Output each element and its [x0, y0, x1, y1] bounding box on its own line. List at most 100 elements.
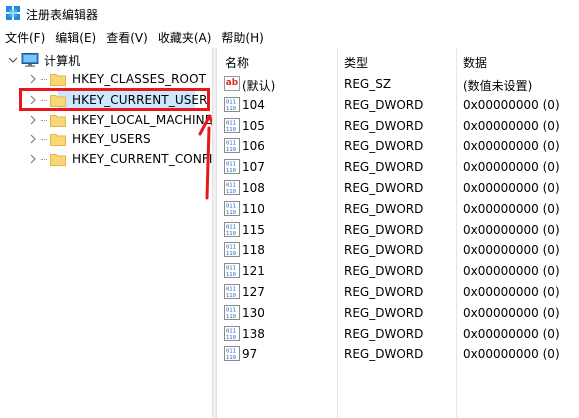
value-type-cell: REG_DWORD: [344, 326, 424, 341]
binary-value-icon: 011 110: [224, 117, 240, 133]
value-type-cell: REG_DWORD: [344, 139, 424, 154]
svg-text:110: 110: [226, 106, 236, 112]
window-title: 注册表编辑器: [26, 8, 99, 22]
menu-edit[interactable]: 编辑(E): [50, 28, 101, 48]
list-row[interactable]: ab (默认) REG_SZ (数值未设置): [217, 74, 579, 94]
tree-root-computer[interactable]: 计算机: [8, 50, 80, 70]
menu-help[interactable]: 帮助(H): [216, 28, 268, 48]
tree-connector: [41, 158, 47, 160]
column-header-data[interactable]: 数据: [463, 54, 487, 71]
list-row[interactable]: 011 110 115 REG_DWORD 0x00000000 (0): [217, 220, 579, 240]
chevron-down-icon[interactable]: [8, 55, 18, 65]
svg-text:011: 011: [226, 287, 236, 293]
svg-text:011: 011: [226, 307, 236, 313]
value-data-cell: 0x00000000 (0): [463, 97, 560, 112]
svg-text:011: 011: [226, 349, 236, 355]
svg-text:011: 011: [226, 328, 236, 334]
binary-value-icon: 011 110: [224, 284, 240, 299]
list-row[interactable]: 011 110 138 REG_DWORD 0x00000000 (0): [217, 324, 579, 344]
list-row[interactable]: 011 110 106 REG_DWORD 0x00000000 (0): [217, 136, 579, 156]
value-name-cell: 97: [242, 347, 258, 362]
menu-bar: 文件(F) 编辑(E) 查看(V) 收藏夹(A) 帮助(H): [0, 28, 579, 48]
svg-text:110: 110: [226, 335, 236, 341]
list-row[interactable]: 011 110 104 REG_DWORD 0x00000000 (0): [217, 95, 579, 115]
svg-text:110: 110: [226, 189, 236, 195]
tree-item-hkey-current-config[interactable]: HKEY_CURRENT_CONFIG: [28, 149, 212, 169]
tree-connector: [41, 119, 47, 121]
tree-item-hkey-local-machine[interactable]: HKEY_LOCAL_MACHINE: [28, 110, 212, 130]
value-type-cell: REG_DWORD: [344, 118, 424, 133]
tree-item-hkey-users[interactable]: HKEY_USERS: [28, 129, 151, 149]
svg-text:011: 011: [226, 245, 236, 251]
value-name-cell: 105: [242, 118, 265, 133]
value-type-cell: REG_DWORD: [344, 181, 424, 195]
value-type-cell: REG_DWORD: [344, 222, 424, 237]
folder-icon: [50, 133, 66, 146]
value-data-cell: 0x00000000 (0): [463, 222, 560, 237]
svg-text:011: 011: [226, 141, 236, 147]
column-header-name[interactable]: 名称: [225, 54, 249, 71]
chevron-right-icon[interactable]: [28, 74, 38, 84]
list-row[interactable]: 011 110 121 REG_DWORD 0x00000000 (0): [217, 261, 579, 281]
computer-icon: [21, 53, 39, 67]
value-name-cell: 104: [242, 97, 265, 112]
tree-item-label: HKEY_LOCAL_MACHINE: [72, 113, 212, 127]
value-type-cell: REG_DWORD: [344, 285, 424, 299]
svg-text:011: 011: [226, 266, 236, 272]
value-type-cell: REG_DWORD: [344, 347, 424, 362]
value-data-cell: 0x00000000 (0): [463, 305, 560, 320]
binary-value-icon: 011 110: [224, 159, 240, 175]
menu-file[interactable]: 文件(F): [0, 28, 50, 48]
value-name-cell: 127: [242, 285, 265, 299]
list-row[interactable]: 011 110 108 REG_DWORD 0x00000000 (0): [217, 178, 579, 198]
value-data-cell: (数值未设置): [463, 79, 533, 93]
list-header: 名称 类型 数据: [217, 48, 579, 74]
list-row[interactable]: 011 110 130 REG_DWORD 0x00000000 (0): [217, 303, 579, 323]
value-name-cell: (默认): [242, 79, 276, 93]
value-data-cell: 0x00000000 (0): [463, 285, 560, 299]
binary-value-icon: 011 110: [224, 325, 240, 341]
value-name-cell: 115: [242, 222, 265, 237]
binary-value-icon: 011 110: [224, 138, 240, 154]
value-type-cell: REG_SZ: [344, 77, 392, 91]
value-data-cell: 0x00000000 (0): [463, 118, 560, 133]
value-data-cell: 0x00000000 (0): [463, 326, 560, 341]
list-row[interactable]: 011 110 110 REG_DWORD 0x00000000 (0): [217, 199, 579, 219]
tree-connector: [41, 138, 47, 140]
tree-root-label: 计算机: [44, 53, 81, 68]
registry-tree[interactable]: 计算机 HKEY_CLASSES_ROOT HKEY_CURRENT_USER …: [0, 48, 212, 418]
tree-connector: [41, 78, 47, 80]
menu-favorites[interactable]: 收藏夹(A): [153, 28, 217, 48]
chevron-right-icon[interactable]: [28, 134, 38, 144]
menu-view[interactable]: 查看(V): [101, 28, 153, 48]
value-type-cell: REG_DWORD: [344, 264, 424, 279]
values-list[interactable]: 名称 类型 数据 ab (默认) REG_SZ (数值未设置) 011 110 104 REG…: [217, 48, 579, 418]
svg-text:110: 110: [226, 355, 236, 361]
svg-text:011: 011: [226, 99, 236, 105]
svg-text:110: 110: [226, 127, 236, 133]
value-name-cell: 118: [242, 243, 265, 258]
svg-text:011: 011: [226, 203, 236, 209]
binary-value-icon: 011 110: [224, 200, 240, 216]
column-header-type[interactable]: 类型: [344, 54, 368, 71]
list-row[interactable]: 011 110 107 REG_DWORD 0x00000000 (0): [217, 157, 579, 177]
svg-text:011: 011: [226, 224, 236, 230]
list-row[interactable]: 011 110 97 REG_DWORD 0x00000000 (0): [217, 344, 579, 364]
tree-item-hkey-classes-root[interactable]: HKEY_CLASSES_ROOT: [28, 69, 206, 89]
binary-value-icon: 011 110: [224, 346, 240, 362]
chevron-right-icon[interactable]: [28, 154, 38, 164]
value-data-cell: 0x00000000 (0): [463, 243, 560, 258]
value-data-cell: 0x00000000 (0): [463, 347, 560, 362]
list-row[interactable]: 011 110 118 REG_DWORD 0x00000000 (0): [217, 240, 579, 260]
value-data-cell: 0x00000000 (0): [463, 201, 560, 216]
value-type-cell: REG_DWORD: [344, 160, 424, 175]
value-name-cell: 110: [242, 201, 265, 216]
list-row[interactable]: 011 110 127 REG_DWORD 0x00000000 (0): [217, 282, 579, 302]
chevron-right-icon[interactable]: [28, 115, 38, 125]
svg-text:011: 011: [226, 120, 236, 126]
list-row[interactable]: 011 110 105 REG_DWORD 0x00000000 (0): [217, 116, 579, 136]
svg-text:011: 011: [226, 162, 236, 168]
value-name-cell: 130: [242, 305, 265, 320]
svg-text:110: 110: [226, 251, 236, 257]
svg-text:110: 110: [226, 147, 236, 153]
